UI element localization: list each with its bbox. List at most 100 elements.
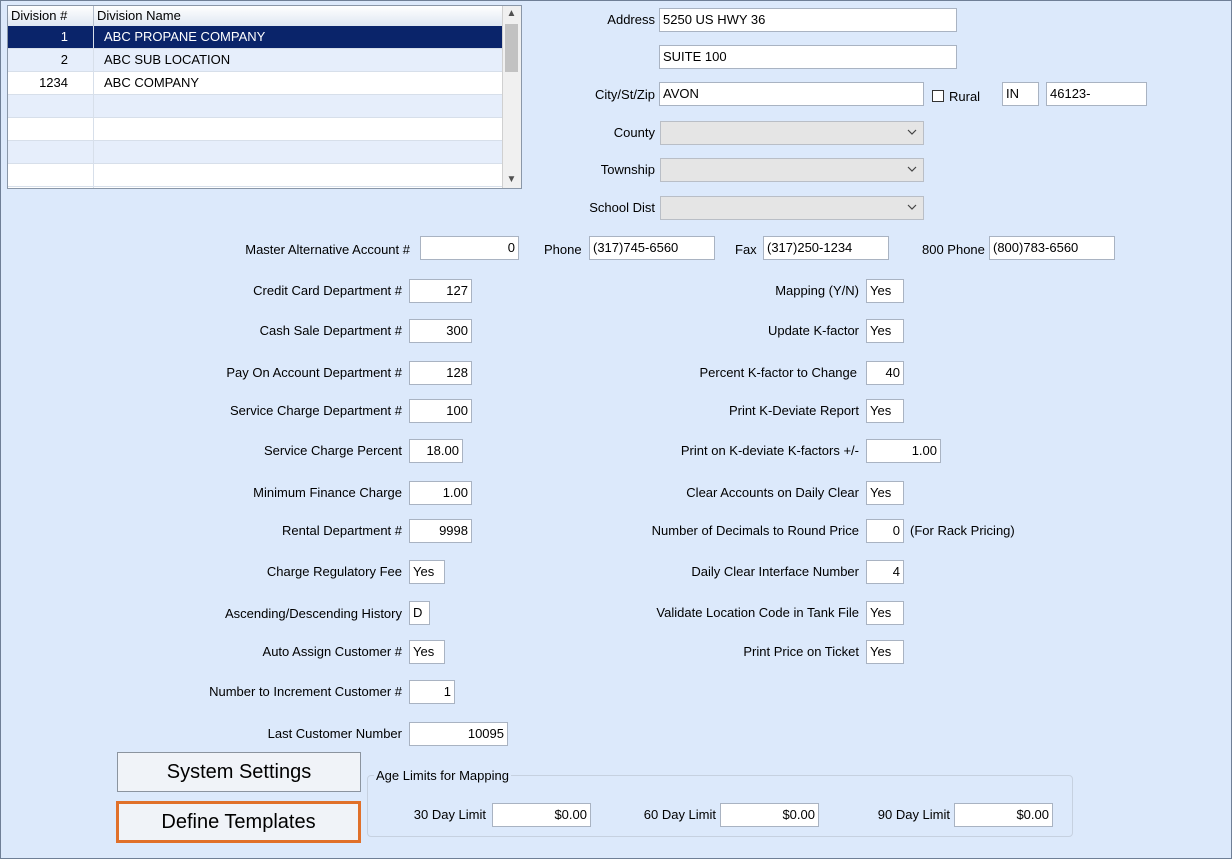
limit-30-field[interactable]: $0.00 <box>492 803 591 827</box>
validate-location-label: Validate Location Code in Tank File <box>656 605 859 620</box>
auto-assign-customer-label: Auto Assign Customer # <box>262 644 402 659</box>
define-templates-button[interactable]: Define Templates <box>116 801 361 843</box>
table-row[interactable] <box>8 95 503 118</box>
city-field[interactable]: AVON <box>659 82 924 106</box>
address-line2-field[interactable]: SUITE 100 <box>659 45 957 69</box>
limit-30-label: 30 Day Limit <box>413 807 486 822</box>
phone800-label: 800 Phone <box>922 242 985 257</box>
chevron-down-icon <box>907 166 917 172</box>
fax-field[interactable]: (317)250-1234 <box>763 236 889 260</box>
rental-dept-label: Rental Department # <box>282 523 402 538</box>
master-alt-account-label: Master Alternative Account # <box>245 242 410 257</box>
mapping-label: Mapping (Y/N) <box>775 283 859 298</box>
table-row[interactable]: 2 ABC SUB LOCATION <box>8 49 503 72</box>
zip-field[interactable]: 46123- <box>1046 82 1147 106</box>
daily-clear-interface-label: Daily Clear Interface Number <box>691 564 859 579</box>
auto-assign-customer-field[interactable]: Yes <box>409 640 445 664</box>
township-label: Township <box>600 162 655 177</box>
division-number-cell <box>8 95 68 117</box>
division-name-cell <box>104 118 494 140</box>
rental-dept-field[interactable]: 9998 <box>409 519 472 543</box>
number-to-increment-label: Number to Increment Customer # <box>209 684 402 699</box>
phone-field[interactable]: (317)745-6560 <box>589 236 715 260</box>
pay-on-account-dept-label: Pay On Account Department # <box>226 365 402 380</box>
last-customer-number-label: Last Customer Number <box>267 726 402 741</box>
print-k-deviate-field[interactable]: Yes <box>866 399 904 423</box>
division-name-cell: ABC SUB LOCATION <box>104 52 231 67</box>
rural-checkbox[interactable] <box>932 90 944 102</box>
school-dist-label: School Dist <box>589 200 655 215</box>
update-k-factor-field[interactable]: Yes <box>866 319 904 343</box>
county-label: County <box>613 125 655 140</box>
table-row[interactable] <box>8 141 503 164</box>
division-number-cell: 1234 <box>39 75 68 90</box>
township-dropdown[interactable] <box>660 158 924 182</box>
asc-desc-history-field[interactable]: D <box>409 601 430 625</box>
cash-sale-dept-label: Cash Sale Department # <box>259 323 402 338</box>
phone800-field[interactable]: (800)783-6560 <box>989 236 1115 260</box>
decimals-round-price-field[interactable]: 0 <box>866 519 904 543</box>
charge-regulatory-fee-label: Charge Regulatory Fee <box>266 564 402 579</box>
table-row[interactable]: 1234 ABC COMPANY <box>8 72 503 95</box>
division-name-cell <box>104 164 494 186</box>
limit-90-field[interactable]: $0.00 <box>954 803 1053 827</box>
service-charge-percent-label: Service Charge Percent <box>263 443 402 458</box>
clear-accounts-field[interactable]: Yes <box>866 481 904 505</box>
minimum-finance-charge-label: Minimum Finance Charge <box>253 485 402 500</box>
chevron-down-icon <box>907 204 917 210</box>
percent-k-factor-label: Percent K-factor to Change <box>699 365 857 380</box>
division-name-cell: ABC PROPANE COMPANY <box>104 29 266 44</box>
scroll-thumb[interactable] <box>505 24 518 72</box>
division-grid[interactable]: Division # Division Name 1 ABC PROPANE CO… <box>7 5 522 189</box>
phone-label: Phone <box>544 242 582 257</box>
minimum-finance-charge-field[interactable]: 1.00 <box>409 481 472 505</box>
division-number-cell <box>8 141 68 163</box>
mapping-field[interactable]: Yes <box>866 279 904 303</box>
last-customer-number-field[interactable]: 10095 <box>409 722 508 746</box>
state-field[interactable]: IN <box>1002 82 1039 106</box>
table-row[interactable] <box>8 164 503 187</box>
print-price-ticket-label: Print Price on Ticket <box>743 644 859 659</box>
decimals-round-price-label: Number of Decimals to Round Price <box>651 523 859 538</box>
clear-accounts-label: Clear Accounts on Daily Clear <box>686 485 859 500</box>
age-limits-title: Age Limits for Mapping <box>374 768 511 784</box>
division-name-cell <box>104 141 494 163</box>
system-settings-button[interactable]: System Settings <box>117 752 361 792</box>
master-alt-account-field[interactable]: 0 <box>420 236 519 260</box>
division-name-cell: ABC COMPANY <box>104 75 200 90</box>
service-charge-dept-label: Service Charge Department # <box>230 403 402 418</box>
grid-scrollbar[interactable]: ▲ ▼ <box>502 6 521 188</box>
table-row[interactable]: 1 ABC PROPANE COMPANY <box>8 26 503 49</box>
scroll-down-icon[interactable]: ▼ <box>505 173 518 187</box>
chevron-down-icon <box>907 129 917 135</box>
validate-location-field[interactable]: Yes <box>866 601 904 625</box>
address-line1-field[interactable]: 5250 US HWY 36 <box>659 8 957 32</box>
update-k-factor-label: Update K-factor <box>767 323 859 338</box>
credit-card-dept-field[interactable]: 127 <box>409 279 472 303</box>
county-dropdown[interactable] <box>660 121 924 145</box>
scroll-up-icon[interactable]: ▲ <box>505 7 518 21</box>
percent-k-factor-field[interactable]: 40 <box>866 361 904 385</box>
number-to-increment-field[interactable]: 1 <box>409 680 455 704</box>
rural-label: Rural <box>949 89 981 104</box>
print-price-ticket-field[interactable]: Yes <box>866 640 904 664</box>
division-number-cell <box>8 118 68 140</box>
fax-label: Fax <box>735 242 757 257</box>
limit-60-field[interactable]: $0.00 <box>720 803 819 827</box>
cash-sale-dept-field[interactable]: 300 <box>409 319 472 343</box>
division-name-cell <box>104 95 494 117</box>
city-st-zip-label: City/St/Zip <box>595 87 655 102</box>
service-charge-percent-field[interactable]: 18.00 <box>409 439 463 463</box>
service-charge-dept-field[interactable]: 100 <box>409 399 472 423</box>
print-k-deviate-factors-field[interactable]: 1.00 <box>866 439 941 463</box>
grid-column-divider <box>93 26 94 188</box>
table-row[interactable] <box>8 118 503 141</box>
header-division-name[interactable]: Division Name <box>94 6 503 26</box>
pay-on-account-dept-field[interactable]: 128 <box>409 361 472 385</box>
rack-pricing-note: (For Rack Pricing) <box>910 523 1015 538</box>
header-division-number[interactable]: Division # <box>8 6 94 26</box>
division-number-cell <box>8 164 68 186</box>
daily-clear-interface-field[interactable]: 4 <box>866 560 904 584</box>
school-dist-dropdown[interactable] <box>660 196 924 220</box>
charge-regulatory-fee-field[interactable]: Yes <box>409 560 445 584</box>
